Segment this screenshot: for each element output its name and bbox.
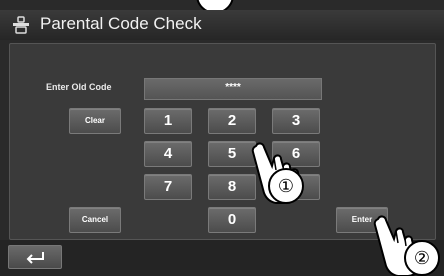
back-button[interactable] <box>8 245 62 269</box>
cancel-button[interactable]: Cancel <box>69 207 121 233</box>
key-7[interactable]: 7 <box>144 174 192 200</box>
screen: Parental Code Check Enter Old Code **** … <box>0 0 444 276</box>
key-4[interactable]: 4 <box>144 141 192 167</box>
old-code-label: Enter Old Code <box>46 82 112 92</box>
step-1-callout: ① <box>268 168 304 204</box>
parental-lock-icon <box>13 16 29 34</box>
step-2-callout: ② <box>404 240 440 276</box>
back-arrow-icon <box>26 252 44 264</box>
old-code-field: **** <box>144 78 322 100</box>
key-8[interactable]: 8 <box>208 174 256 200</box>
page-title: Parental Code Check <box>40 14 202 33</box>
key-0[interactable]: 0 <box>208 207 256 233</box>
key-3[interactable]: 3 <box>272 108 320 134</box>
title-bar: Parental Code Check <box>0 10 444 40</box>
key-1[interactable]: 1 <box>144 108 192 134</box>
key-5[interactable]: 5 <box>208 141 256 167</box>
clear-button[interactable]: Clear <box>69 108 121 134</box>
key-2[interactable]: 2 <box>208 108 256 134</box>
